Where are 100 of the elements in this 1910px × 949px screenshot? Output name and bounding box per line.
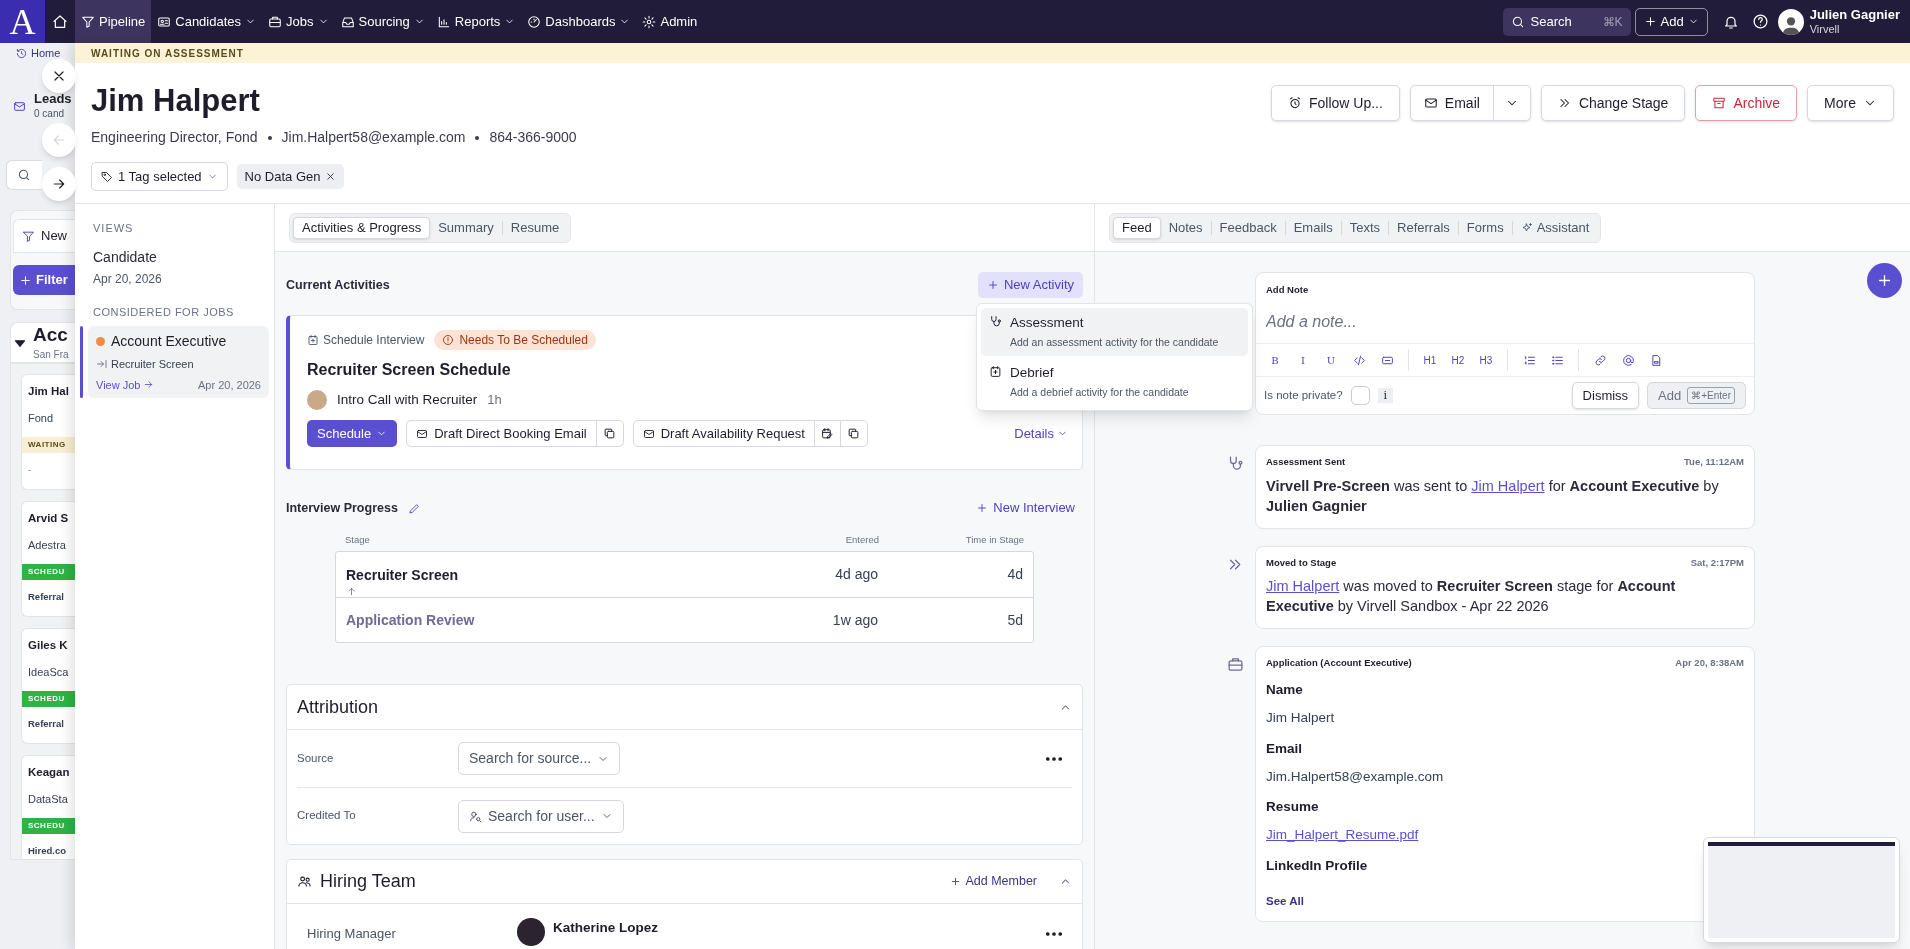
note-input[interactable]: Add a note... (1266, 311, 1744, 334)
menu-item[interactable]: Debrief Add a debrief activity for the candidate (981, 358, 1248, 406)
email-button[interactable]: Email (1410, 86, 1494, 120)
view-job-link[interactable]: View Job (96, 376, 155, 393)
candidate-card[interactable]: Arvid S Adestra SCHEDU Referral (21, 501, 75, 617)
change-stage-button[interactable]: Change Stage (1540, 85, 1686, 121)
menu-item[interactable]: Assessment Add an assessment activity for the candidate (981, 308, 1248, 356)
breadcrumb-link[interactable]: Home (31, 44, 61, 62)
search-field[interactable] (6, 160, 42, 190)
more-options-button[interactable] (1046, 932, 1062, 936)
tab[interactable]: Texts (1341, 216, 1389, 239)
details-button[interactable]: Details (1014, 424, 1068, 444)
status-label: WAITING (22, 436, 75, 453)
nav-tab[interactable]: Admin (636, 0, 704, 43)
more-options-button[interactable] (1046, 756, 1062, 761)
table-cell-text: 4d ago (834, 565, 878, 584)
plus-icon (986, 279, 999, 291)
new-activity-button[interactable]: New Activity (977, 272, 1083, 298)
search-dropdown[interactable]: Search for user... (458, 799, 624, 833)
nav-tab[interactable]: Sourcing (334, 0, 431, 43)
section-title: Current Activities (286, 276, 390, 294)
format-button[interactable]: H3 (1475, 349, 1497, 372)
tab[interactable]: Notes (1160, 216, 1211, 239)
job-item[interactable]: Account Executive Recruiter Screen View Job Apr 20, 2026 (88, 326, 269, 398)
feed-message: Virvell Pre-Screen was sent to Jim Halpert for Account Executive by Julien Gagnier (1266, 476, 1720, 516)
more-button[interactable]: More (1807, 85, 1894, 121)
timestamp: Sat, 2:17PM (1690, 555, 1744, 570)
format-button[interactable]: I (1292, 349, 1314, 372)
tab[interactable]: Assistant (1512, 216, 1598, 239)
candidate-card[interactable]: Giles K IdeaSca SCHEDU Referral (21, 628, 75, 744)
field-label: Name (1266, 681, 1303, 699)
mail-icon (13, 99, 26, 113)
stage-name: Application Review (346, 610, 475, 630)
archive-button[interactable]: Archive (1695, 85, 1798, 121)
email-split-button[interactable]: Email (1409, 85, 1531, 121)
status-banner: WAITING ON ASSESSMENT (75, 43, 1910, 63)
logo[interactable]: A (0, 0, 45, 43)
resume-link[interactable]: Jim_Halpert_Resume.pdf (1266, 825, 1419, 846)
nav-tab[interactable]: Candidates (151, 0, 263, 43)
avatar[interactable] (1777, 8, 1804, 35)
add-member-button[interactable]: Add Member (950, 872, 1037, 891)
interview-duration: 1h (487, 391, 502, 410)
filter-button[interactable]: Filter (13, 265, 75, 295)
activity-type: Schedule Interview (323, 332, 425, 349)
info-button[interactable]: i (1377, 388, 1393, 404)
tab[interactable]: Summary (430, 216, 502, 239)
archive-icon (1712, 96, 1727, 110)
follow-up-button[interactable]: Follow Up... (1270, 85, 1400, 121)
history-icon (16, 47, 27, 59)
tab[interactable]: Feedback (1211, 216, 1285, 239)
card-title: Attribution (297, 695, 379, 719)
search-dropdown[interactable]: Search for source... (458, 742, 621, 775)
nav-tab[interactable]: Dashboards (521, 0, 637, 43)
tab[interactable]: Emails (1285, 216, 1341, 239)
add-button[interactable]: Add (1634, 7, 1708, 36)
menu-item-title: Debrief (1010, 364, 1055, 382)
sparkle-icon (1520, 221, 1533, 234)
edit-button[interactable] (407, 501, 421, 515)
calendar-plus-icon (989, 365, 1002, 378)
format-button[interactable]: B (1264, 349, 1286, 372)
candidate-detail: Jim.Halpert58@example.com (281, 128, 466, 147)
schedule-button[interactable]: Schedule (307, 420, 398, 448)
person-name-link[interactable]: Jim Halpert (1471, 477, 1545, 494)
see-all-link[interactable]: See All (1266, 893, 1304, 911)
format-button[interactable]: U (1320, 349, 1342, 372)
candidate-card[interactable]: Jim Hal Fond WAITING - (21, 374, 75, 490)
view-tab[interactable]: New (13, 219, 75, 253)
candidate-source: Referral (27, 589, 65, 604)
help-icon (1752, 13, 1770, 30)
tab[interactable]: Forms (1458, 216, 1512, 239)
field-value: Jim Halpert (1266, 709, 1335, 728)
candidate-card[interactable]: Keagan DataSta SCHEDU Hired.co (21, 755, 75, 859)
leads-count: 0 cand (34, 107, 66, 121)
format-button[interactable]: H1 (1419, 349, 1441, 372)
nav-tab[interactable]: Pipeline (75, 0, 152, 43)
new-interview-button[interactable]: New Interview (976, 498, 1075, 518)
calendar-pencil-icon (820, 427, 834, 441)
remove-tag-button[interactable] (325, 171, 337, 182)
tab[interactable]: Referrals (1389, 216, 1458, 239)
candidate-name: Giles K (27, 638, 69, 653)
tab[interactable]: Activities & Progress (293, 216, 431, 239)
tab[interactable]: Feed (1113, 216, 1161, 239)
code-icon (1352, 353, 1366, 367)
person-name-link[interactable]: Jim Halpert (1266, 577, 1340, 594)
field-label: Resume (1266, 798, 1319, 816)
add-button[interactable] (1867, 263, 1902, 298)
nav-tab[interactable]: Jobs (262, 0, 335, 43)
more-options-icon (1046, 756, 1062, 761)
search-button[interactable]: Search ⌘K (1502, 7, 1631, 36)
plus-icon (1643, 15, 1657, 28)
tab[interactable]: Resume (502, 216, 568, 239)
view-link[interactable]: Candidate (80, 246, 269, 268)
private-checkbox[interactable] (1350, 386, 1370, 406)
nav-tab[interactable]: Reports (430, 0, 522, 43)
candidate-company: IdeaSca (27, 665, 70, 681)
add-note-button[interactable]: Add ⌘+Enter (1647, 382, 1746, 410)
format-button[interactable]: H2 (1447, 349, 1469, 372)
status-label: SCHEDU (22, 817, 75, 834)
dismiss-button[interactable]: Dismiss (1571, 382, 1640, 410)
tag-select[interactable]: 1 Tag selected (91, 162, 228, 191)
